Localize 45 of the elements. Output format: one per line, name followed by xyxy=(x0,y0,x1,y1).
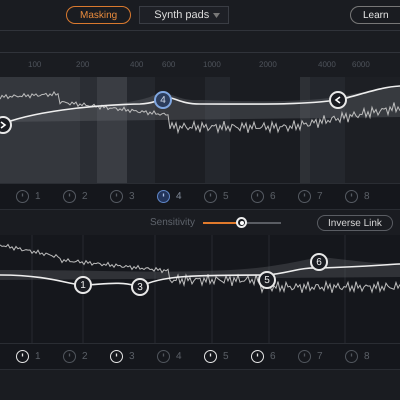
band-number: 8 xyxy=(364,190,370,204)
band-power-toggle[interactable] xyxy=(63,350,76,363)
band-power-toggle[interactable] xyxy=(204,190,217,203)
frequency-label: 2000 xyxy=(259,59,277,71)
sensitivity-slider[interactable] xyxy=(203,216,282,228)
band-number: 1 xyxy=(35,190,41,204)
frequency-label: 6000 xyxy=(352,59,370,71)
sensitivity-label: Sensitivity xyxy=(150,216,196,230)
band-number: 8 xyxy=(364,350,370,364)
band-number: 3 xyxy=(129,350,135,364)
band-number: 7 xyxy=(317,190,323,204)
band-number: 4 xyxy=(176,190,182,204)
learn-button[interactable]: Learn xyxy=(350,6,400,24)
band-power-toggle[interactable] xyxy=(157,190,170,203)
masking-button[interactable]: Masking xyxy=(66,6,132,24)
band-number: 5 xyxy=(223,190,229,204)
band-number: 3 xyxy=(129,190,135,204)
band-power-toggle[interactable] xyxy=(298,190,311,203)
frequency-label: 1000 xyxy=(203,59,221,71)
band-number: 7 xyxy=(317,350,323,364)
band-number: 1 xyxy=(35,350,41,364)
band-power-toggle[interactable] xyxy=(157,350,170,363)
band-power-toggle[interactable] xyxy=(63,190,76,203)
frequency-label: 4000 xyxy=(318,59,336,71)
dropdown-arrow-icon xyxy=(213,12,220,18)
band-number: 5 xyxy=(223,350,229,364)
band-power-toggle[interactable] xyxy=(345,350,358,363)
inverse-link-button[interactable]: Inverse Link xyxy=(317,214,393,230)
band-number: 6 xyxy=(270,350,276,364)
band-number: 2 xyxy=(82,190,88,204)
band-power-toggle[interactable] xyxy=(298,350,311,363)
band-power-toggle[interactable] xyxy=(251,190,264,203)
band-number: 4 xyxy=(176,350,182,364)
frequency-label: 200 xyxy=(76,59,90,71)
preset-dropdown[interactable]: Synth pads xyxy=(139,6,230,24)
band-power-toggle[interactable] xyxy=(110,190,123,203)
chevron-right-icon xyxy=(0,121,7,129)
band-number: 6 xyxy=(270,190,276,204)
chevron-left-icon xyxy=(334,96,342,104)
band-power-toggle[interactable] xyxy=(16,190,29,203)
frequency-label: 400 xyxy=(130,59,144,71)
frequency-label: 600 xyxy=(162,59,176,71)
frequency-label: 100 xyxy=(28,59,42,71)
band-power-toggle[interactable] xyxy=(345,190,358,203)
band-number: 2 xyxy=(82,350,88,364)
